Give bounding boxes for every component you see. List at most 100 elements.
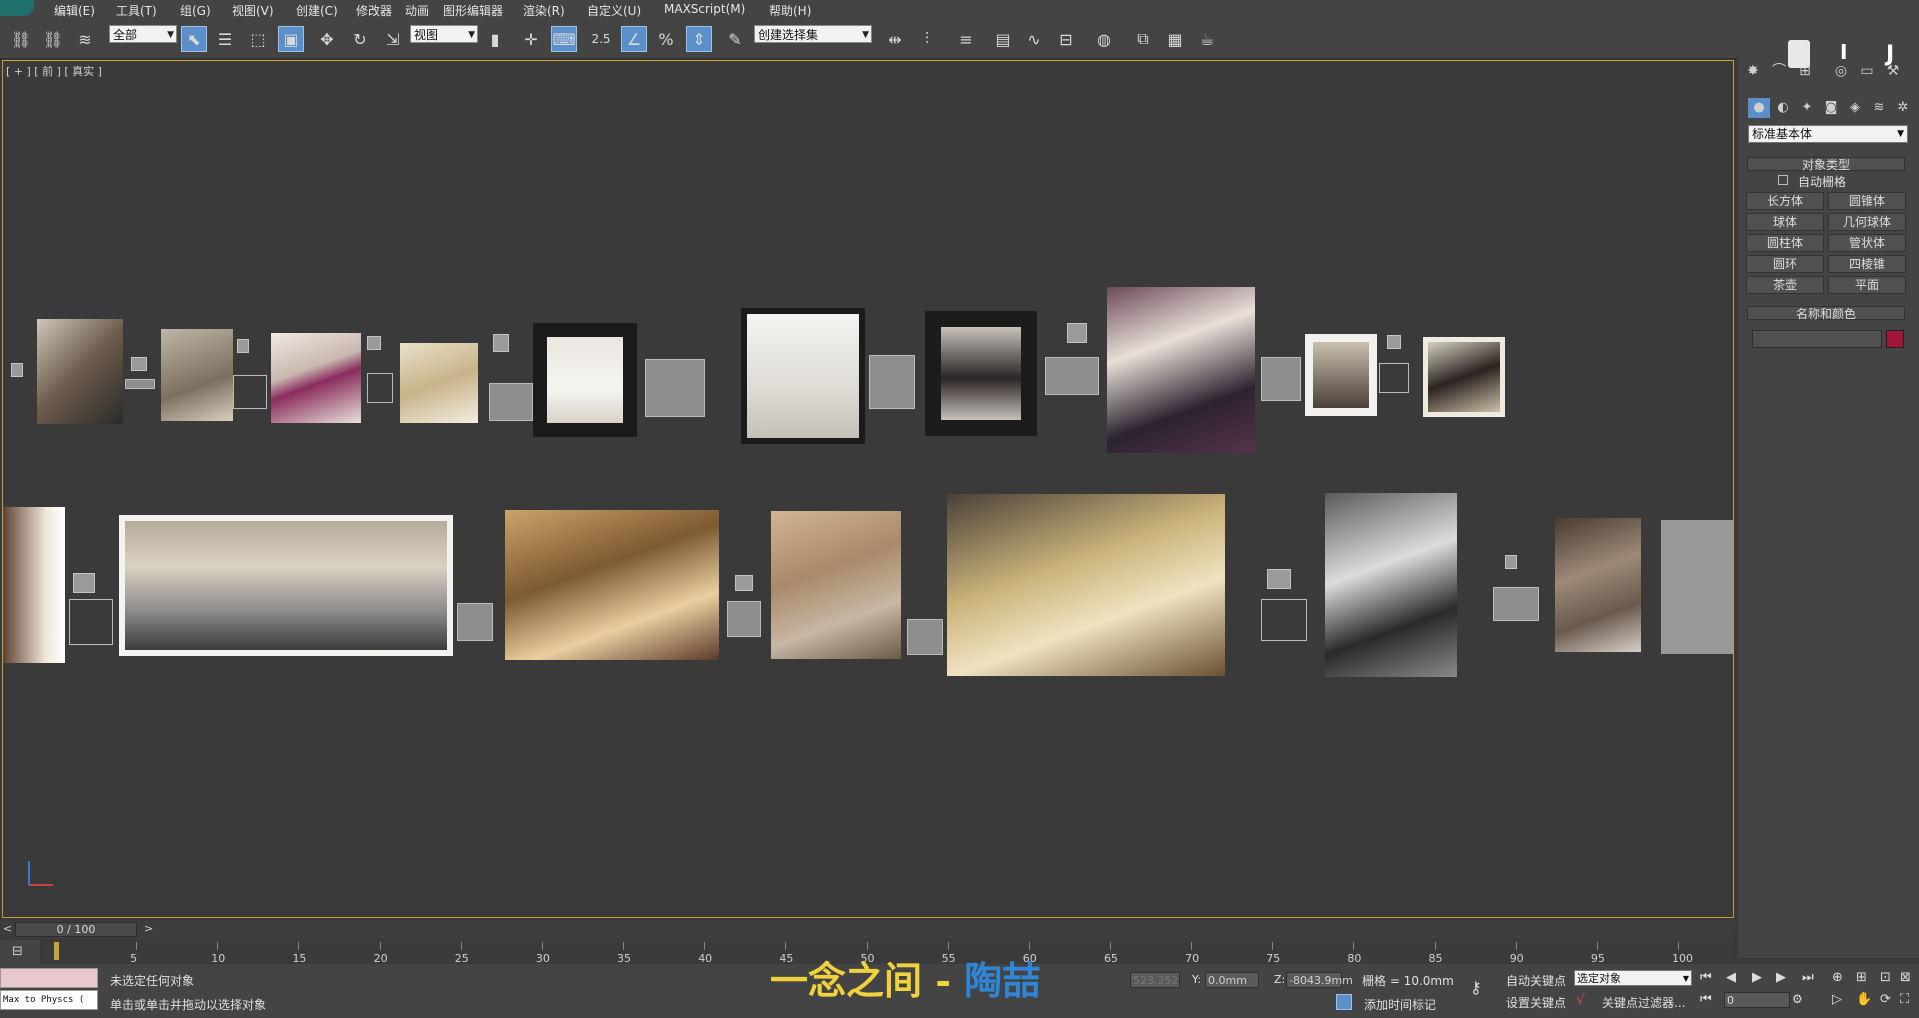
stool-model[interactable] — [125, 379, 155, 389]
lamp-model[interactable] — [367, 336, 381, 350]
lamp-model[interactable] — [1067, 323, 1087, 343]
modify-tab-icon[interactable]: ⌒ — [1770, 62, 1788, 80]
select-manipulate-icon[interactable]: ✛ — [518, 26, 544, 52]
display-tab-icon[interactable]: ▭ — [1858, 62, 1876, 80]
z-coord-field[interactable]: -8043.9mm — [1286, 972, 1353, 988]
zoom-all-icon[interactable]: ⊞ — [1856, 970, 1867, 985]
viewport-label[interactable]: [ + ] [ 前 ] [ 真实 ] — [6, 63, 102, 79]
scale-icon[interactable]: ⇲ — [380, 26, 406, 52]
nightstand-model[interactable] — [645, 359, 705, 417]
reference-image[interactable] — [771, 511, 901, 659]
lamp-model[interactable] — [493, 334, 509, 352]
reference-image[interactable] — [271, 333, 361, 423]
reference-image[interactable] — [925, 311, 1037, 436]
pan-icon[interactable]: ✋ — [1856, 992, 1872, 1007]
time-slider-thumb[interactable]: 0 / 100 — [15, 922, 137, 937]
scene-explorer-icon[interactable]: ▤ — [990, 26, 1016, 52]
nightstand-model[interactable] — [1261, 357, 1301, 401]
reference-image[interactable] — [505, 510, 719, 660]
link-icon[interactable]: ⛓ — [8, 26, 34, 52]
box-button[interactable]: 长方体 — [1746, 192, 1824, 210]
front-viewport[interactable] — [2, 60, 1734, 918]
time-next-arrow-icon[interactable]: > — [144, 922, 153, 935]
move-icon[interactable]: ✥ — [314, 26, 340, 52]
y-coord-field[interactable]: 0.0mm — [1205, 972, 1259, 988]
menu-view[interactable]: 视图(V) — [232, 2, 274, 19]
reference-image[interactable] — [1661, 520, 1733, 654]
edit-named-selection-icon[interactable]: ✎ — [722, 26, 748, 52]
geometry-icon[interactable]: ● — [1748, 98, 1770, 118]
reference-image[interactable] — [533, 323, 637, 437]
nightstand-model[interactable] — [367, 373, 393, 403]
spinner-snap-icon[interactable]: ⇕ — [686, 26, 712, 52]
menu-edit[interactable]: 编辑(E) — [54, 2, 95, 19]
nightstand-model[interactable] — [489, 383, 533, 421]
previous-frame-icon[interactable]: ◀ — [1726, 970, 1736, 985]
menu-customize[interactable]: 自定义(U) — [587, 2, 641, 19]
render-teapot-icon[interactable]: ☕ — [1194, 26, 1220, 52]
named-selection-dropdown[interactable]: 创建选择集 ▼ — [754, 25, 872, 43]
menu-maxscript[interactable]: MAXScript(M) — [664, 2, 745, 16]
nightstand-model[interactable] — [907, 619, 943, 655]
menu-graph-editors[interactable]: 图形编辑器 — [443, 2, 503, 19]
window-crossing-icon[interactable]: ▣ — [278, 26, 304, 52]
lamp-model[interactable] — [11, 363, 23, 377]
shapes-icon[interactable]: ◐ — [1772, 98, 1794, 118]
nightstand-model[interactable] — [457, 603, 493, 641]
bind-space-warp-icon[interactable]: ≋ — [72, 26, 98, 52]
cylinder-button[interactable]: 圆柱体 — [1746, 234, 1824, 252]
render-setup-icon[interactable]: ⧉ — [1130, 26, 1156, 52]
menu-rendering[interactable]: 渲染(R) — [523, 2, 565, 19]
menu-modifiers[interactable]: 修改器 — [356, 2, 392, 19]
lights-icon[interactable]: ✦ — [1796, 98, 1818, 118]
zoom-extents-all-icon[interactable]: ⊠ — [1900, 970, 1911, 985]
key-mode-toggle-icon[interactable]: ⏮ — [1700, 992, 1712, 1007]
name-color-rollout[interactable]: 名称和颜色 — [1747, 306, 1905, 321]
nightstand-model[interactable] — [1045, 357, 1099, 395]
reference-image[interactable] — [947, 494, 1225, 676]
rendered-frame-window-icon[interactable]: ▦ — [1162, 26, 1188, 52]
lamp-model[interactable] — [1267, 569, 1291, 589]
rectangular-selection-icon[interactable]: ⬚ — [245, 26, 271, 52]
lamp-model[interactable] — [1505, 555, 1517, 569]
helpers-icon[interactable]: ◈ — [1844, 98, 1866, 118]
lamp-model[interactable] — [131, 357, 147, 371]
snap-toggle-button[interactable]: 2.5 — [588, 26, 614, 52]
maxscript-listener-pink[interactable] — [0, 968, 98, 988]
cone-button[interactable]: 圆锥体 — [1828, 192, 1906, 210]
sphere-button[interactable]: 球体 — [1746, 213, 1824, 231]
menu-help[interactable]: 帮助(H) — [769, 2, 811, 19]
cameras-icon[interactable]: ◙ — [1820, 98, 1842, 118]
field-of-view-icon[interactable]: ▷ — [1832, 992, 1842, 1007]
lamp-model[interactable] — [1387, 335, 1401, 349]
nightstand-model[interactable] — [1261, 599, 1307, 641]
material-editor-icon[interactable]: ◍ — [1091, 26, 1117, 52]
curve-editor-icon[interactable]: ∿ — [1021, 26, 1047, 52]
set-key-button[interactable]: 设置关键点 — [1506, 994, 1566, 1011]
reference-image[interactable] — [119, 515, 453, 656]
reference-image[interactable] — [1305, 334, 1377, 416]
go-to-start-icon[interactable]: ⏮ — [1700, 970, 1712, 985]
create-tab-icon[interactable]: ✸ — [1744, 62, 1762, 80]
teapot-button[interactable]: 茶壶 — [1746, 276, 1824, 294]
nightstand-model[interactable] — [869, 355, 915, 409]
mirror-icon[interactable]: ⇹ — [882, 26, 908, 52]
play-icon[interactable]: ▶ — [1752, 970, 1762, 985]
select-by-name-icon[interactable]: ☰ — [212, 26, 238, 52]
nightstand-model[interactable] — [69, 599, 113, 645]
reference-image[interactable] — [1423, 337, 1505, 417]
reference-image[interactable] — [741, 308, 865, 444]
reference-image[interactable] — [1555, 518, 1641, 652]
reference-image[interactable] — [161, 329, 233, 421]
lamp-model[interactable] — [735, 575, 753, 591]
key-filters-button[interactable]: 关键点过滤器... — [1602, 994, 1685, 1011]
zoom-icon[interactable]: ⊕ — [1832, 970, 1843, 985]
menu-animation[interactable]: 动画 — [405, 2, 429, 19]
tube-button[interactable]: 管状体 — [1828, 234, 1906, 252]
maximize-viewport-icon[interactable]: ⛶ — [1900, 992, 1909, 1007]
reference-coord-dropdown[interactable]: 视图 ▼ — [410, 25, 478, 43]
time-config-icon[interactable]: ⚙ — [1792, 992, 1803, 1006]
geosphere-button[interactable]: 几何球体 — [1828, 213, 1906, 231]
nightstand-model[interactable] — [1493, 587, 1539, 621]
angle-snap-icon[interactable]: ∠ — [621, 26, 647, 52]
